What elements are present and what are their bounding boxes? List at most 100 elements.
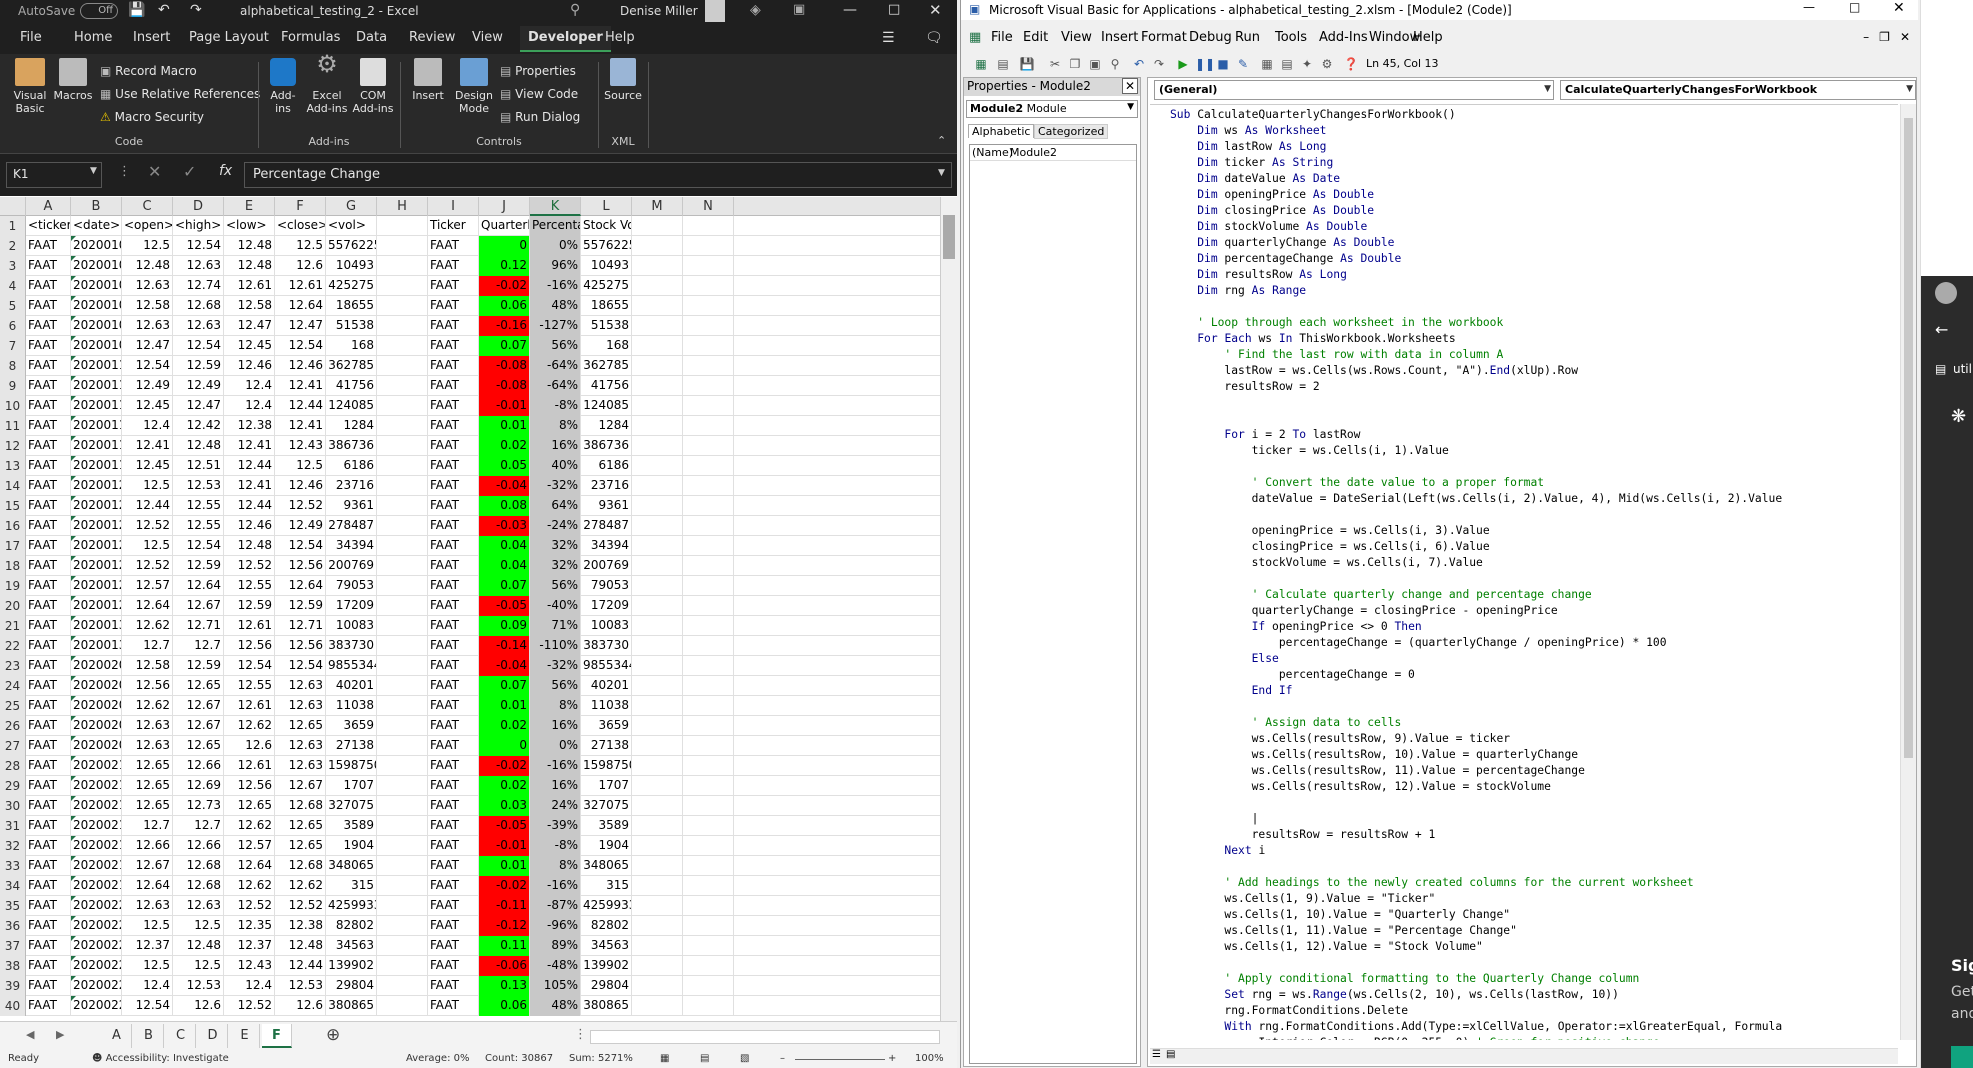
cell[interactable] <box>632 476 683 496</box>
column-header-c[interactable]: C <box>122 197 173 216</box>
quarterly-change-cell[interactable]: 0 <box>479 736 530 756</box>
cell[interactable] <box>632 616 683 636</box>
percentage-change-cell[interactable]: 8% <box>530 696 581 716</box>
full-module-view-icon[interactable]: ▤ <box>1166 1049 1175 1060</box>
cell[interactable]: 12.59 <box>275 596 326 616</box>
cell[interactable]: 12.63 <box>122 276 173 296</box>
code-line[interactable]: ' Apply conditional formatting to the Qu… <box>1170 972 1639 985</box>
cell[interactable]: FAAT <box>26 976 71 996</box>
cell[interactable]: 12.47 <box>224 316 275 336</box>
cell[interactable]: 1284 <box>581 416 632 436</box>
cell[interactable] <box>683 396 734 416</box>
cell[interactable]: 18655 <box>581 296 632 316</box>
menu-insert[interactable]: Insert <box>1101 30 1138 45</box>
quarterly-change-cell[interactable]: -0.01 <box>479 836 530 856</box>
cell[interactable]: 17209 <box>581 596 632 616</box>
code-line[interactable]: quarterlyChange = closingPrice - opening… <box>1170 604 1558 617</box>
code-line[interactable]: rng.FormatConditions.Delete <box>1170 1004 1408 1017</box>
column-header-l[interactable]: L <box>581 197 632 216</box>
minimize-icon[interactable]: – <box>1863 30 1869 44</box>
cell[interactable]: 348065 <box>581 856 632 876</box>
cell[interactable]: FAAT <box>428 676 479 696</box>
quarterly-change-cell[interactable]: 0 <box>479 236 530 256</box>
cell[interactable]: 12.54 <box>173 536 224 556</box>
code-line[interactable]: ws.Cells(1, 11).Value = "Percentage Chan… <box>1170 924 1516 937</box>
percentage-change-cell[interactable]: -32% <box>530 476 581 496</box>
cell[interactable]: FAAT <box>428 756 479 776</box>
row-number[interactable]: 26 <box>0 716 26 736</box>
cell[interactable]: 23716 <box>581 476 632 496</box>
cell[interactable]: 5576225 <box>326 236 377 256</box>
column-header-b[interactable]: B <box>71 197 122 216</box>
cell[interactable]: FAAT <box>428 956 479 976</box>
cell[interactable] <box>683 816 734 836</box>
cell[interactable]: 12.63 <box>122 316 173 336</box>
cell[interactable]: FAAT <box>428 376 479 396</box>
cell[interactable]: 20200128 <box>71 576 122 596</box>
cell[interactable] <box>377 656 428 676</box>
cell[interactable] <box>683 536 734 556</box>
sheet-tab-e[interactable]: E <box>230 1024 260 1048</box>
cell[interactable]: 12.55 <box>224 576 275 596</box>
cell[interactable] <box>683 376 734 396</box>
cell[interactable]: 12.67 <box>173 696 224 716</box>
row-number[interactable]: 16 <box>0 516 26 536</box>
cell[interactable] <box>683 836 734 856</box>
cell[interactable]: 168 <box>326 336 377 356</box>
cell[interactable]: 362785 <box>581 356 632 376</box>
percentage-change-cell[interactable]: 16% <box>530 716 581 736</box>
cell[interactable]: 12.54 <box>122 996 173 1016</box>
cell[interactable]: 23716 <box>326 476 377 496</box>
cell[interactable]: FAAT <box>428 976 479 996</box>
percentage-change-cell[interactable]: 56% <box>530 576 581 596</box>
header-cell[interactable]: Stock Volume <box>581 216 632 236</box>
percentage-change-cell[interactable]: 16% <box>530 776 581 796</box>
cell[interactable]: 12.67 <box>275 776 326 796</box>
cell[interactable]: 12.51 <box>173 456 224 476</box>
column-header-k[interactable]: K <box>530 197 581 216</box>
cell[interactable]: FAAT <box>428 356 479 376</box>
cell[interactable]: FAAT <box>428 656 479 676</box>
page-break-icon[interactable]: ▧ <box>740 1053 749 1064</box>
cell[interactable] <box>632 416 683 436</box>
cell[interactable]: 12.63 <box>173 316 224 336</box>
code-line[interactable]: If openingPrice <> 0 Then <box>1170 620 1422 633</box>
project-explorer-icon[interactable]: ▦ <box>1259 56 1275 72</box>
cell[interactable]: 12.55 <box>173 516 224 536</box>
code-line[interactable]: ticker = ws.Cells(i, 1).Value <box>1170 444 1449 457</box>
cell[interactable]: 12.58 <box>224 296 275 316</box>
cell[interactable]: 383730 <box>581 636 632 656</box>
header-cell[interactable]: Percentag <box>530 216 581 236</box>
row-number[interactable]: 6 <box>0 316 26 336</box>
row-number[interactable]: 19 <box>0 576 26 596</box>
percentage-change-cell[interactable]: -40% <box>530 596 581 616</box>
restore-icon[interactable]: □ <box>888 2 900 17</box>
menu-view[interactable]: View <box>1061 30 1092 45</box>
cell[interactable]: 20200102 <box>71 236 122 256</box>
row-number[interactable]: 33 <box>0 856 26 876</box>
cell[interactable] <box>377 716 428 736</box>
tab-formulas[interactable]: Formulas <box>281 30 340 45</box>
code-line[interactable]: Dim stockVolume As Double <box>1170 220 1367 233</box>
row-number[interactable]: 38 <box>0 956 26 976</box>
cell[interactable]: 12.65 <box>224 796 275 816</box>
cell[interactable] <box>377 376 428 396</box>
cell[interactable]: 10493 <box>326 256 377 276</box>
percentage-change-cell[interactable]: 16% <box>530 436 581 456</box>
row-number[interactable]: 34 <box>0 876 26 896</box>
sheet-tab-a[interactable]: A <box>102 1024 132 1048</box>
row-number[interactable]: 36 <box>0 916 26 936</box>
cell[interactable]: 12.48 <box>122 256 173 276</box>
cell[interactable]: 12.63 <box>275 696 326 716</box>
cell[interactable]: 12.48 <box>275 936 326 956</box>
cell[interactable]: 200769 <box>581 556 632 576</box>
cell[interactable]: FAAT <box>26 316 71 336</box>
cell[interactable]: FAAT <box>428 896 479 916</box>
cell[interactable] <box>377 916 428 936</box>
cell[interactable]: 278487 <box>581 516 632 536</box>
cell[interactable]: 20200103 <box>71 256 122 276</box>
cell[interactable]: 12.53 <box>173 976 224 996</box>
percentage-change-cell[interactable]: -64% <box>530 376 581 396</box>
toolbox-icon[interactable]: ⚙ <box>1319 56 1335 72</box>
code-line[interactable]: ' Find the last row with data in column … <box>1170 348 1503 361</box>
